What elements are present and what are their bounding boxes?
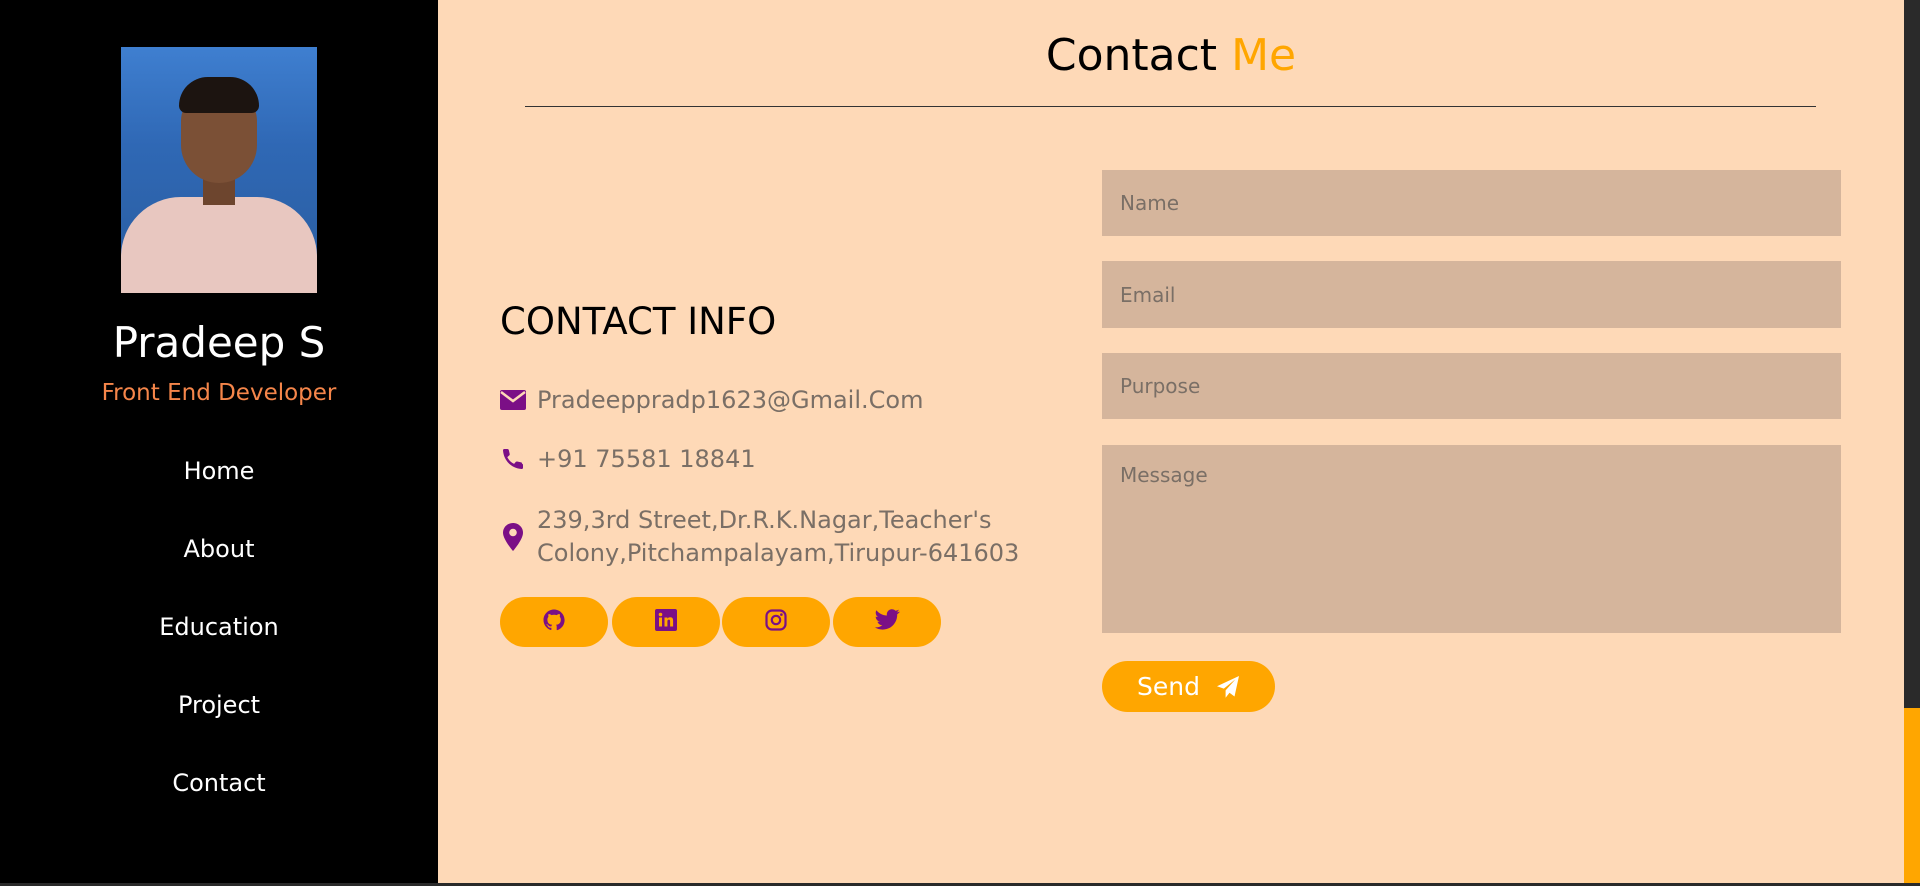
envelope-icon [500, 387, 526, 413]
address-line-1: 239,3rd Street,Dr.R.K.Nagar,Teacher's [537, 506, 992, 534]
nav-contact[interactable]: Contact [0, 769, 438, 797]
contact-address: 239,3rd Street,Dr.R.K.Nagar,Teacher's Co… [537, 504, 1019, 570]
github-button[interactable] [500, 597, 608, 647]
instagram-icon [765, 609, 787, 635]
profile-name: Pradeep S [112, 318, 326, 367]
instagram-button[interactable] [722, 597, 830, 647]
scroll-indicator [1904, 708, 1920, 883]
github-icon [542, 608, 566, 636]
twitter-icon [874, 609, 900, 635]
contact-section [438, 0, 1904, 883]
paper-plane-icon [1216, 675, 1240, 699]
name-field[interactable] [1102, 170, 1841, 236]
send-label: Send [1137, 672, 1200, 701]
linkedin-icon [655, 609, 677, 635]
send-button[interactable]: Send [1102, 661, 1275, 712]
message-field[interactable] [1102, 445, 1841, 633]
map-marker-icon [500, 523, 526, 551]
linkedin-button[interactable] [612, 597, 720, 647]
nav-project[interactable]: Project [0, 691, 438, 719]
contact-info-heading: CONTACT INFO [500, 300, 777, 343]
purpose-field[interactable] [1102, 353, 1841, 419]
phone-icon [500, 446, 526, 472]
twitter-button[interactable] [833, 597, 941, 647]
address-line-2: Colony,Pitchampalayam,Tirupur-641603 [537, 539, 1020, 567]
page-title-main: Contact [1045, 30, 1218, 81]
contact-phone[interactable]: +91 75581 18841 [537, 445, 756, 473]
contact-email[interactable]: Pradeeppradp1623@Gmail.Com [537, 386, 923, 414]
contact-phone-row: +91 75581 18841 [500, 445, 756, 473]
page-title-accent: Me [1231, 30, 1297, 81]
page-title: Contact Me [438, 30, 1904, 81]
profile-photo [121, 47, 317, 293]
nav-education[interactable]: Education [0, 613, 438, 641]
contact-address-row: 239,3rd Street,Dr.R.K.Nagar,Teacher's Co… [500, 504, 1019, 570]
title-divider [525, 106, 1816, 107]
nav-home[interactable]: Home [0, 457, 438, 485]
profile-role: Front End Developer [101, 380, 337, 406]
contact-email-row: Pradeeppradp1623@Gmail.Com [500, 386, 923, 414]
email-field[interactable] [1102, 261, 1841, 328]
sidebar: Pradeep S Front End Developer Home About… [0, 0, 438, 883]
nav-about[interactable]: About [0, 535, 438, 563]
